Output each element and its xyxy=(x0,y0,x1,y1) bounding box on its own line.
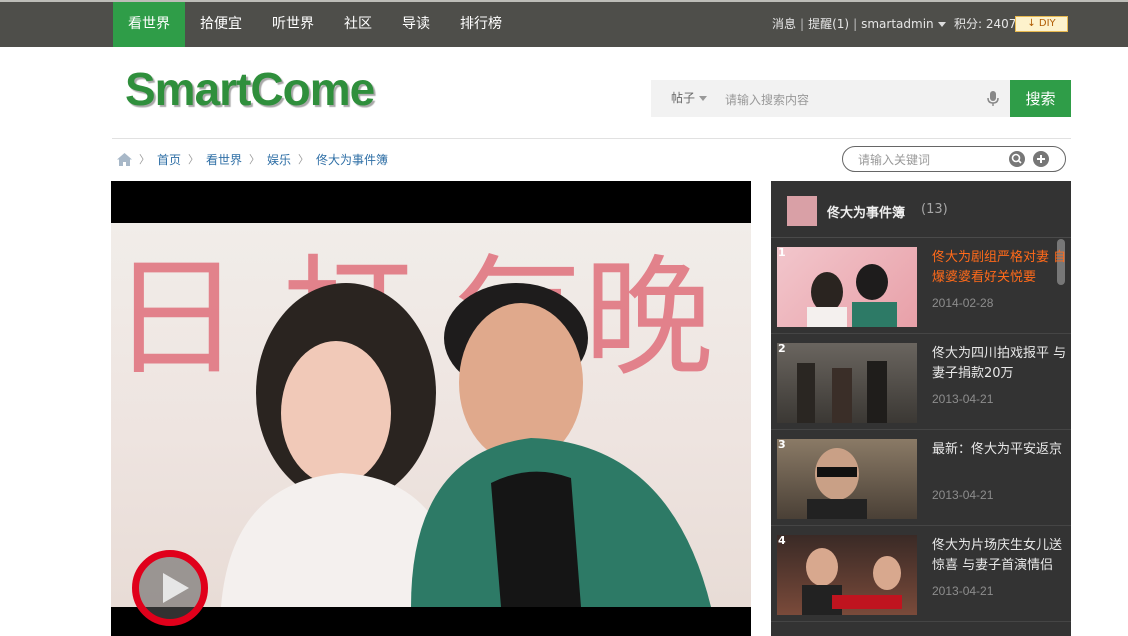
site-logo[interactable]: SmartCome xyxy=(125,62,375,116)
video-thumbnail xyxy=(777,343,917,423)
search-icon[interactable] xyxy=(1009,151,1025,167)
playlist-item[interactable]: 4 佟大为片场庆生女儿送 惊喜 与妻子首演情侣 2013-04-21 xyxy=(771,526,1071,622)
username-menu[interactable]: smartadmin xyxy=(861,17,934,31)
playlist-item[interactable]: 2 佟大为四川拍戏报平 与妻子捐款20万 2013-04-21 xyxy=(771,334,1071,430)
item-title: 佟大为四川拍戏报平 与妻子捐款20万 xyxy=(932,346,1067,381)
playlist-cover-thumbnail xyxy=(787,196,817,226)
separator: | xyxy=(853,17,858,31)
search-box: 帖子 xyxy=(651,80,1010,117)
item-title: 佟大为剧组严格对妻 自爆婆婆看好关悦要 xyxy=(932,250,1067,285)
item-date: 2013-04-21 xyxy=(932,584,994,598)
search-type-select[interactable]: 帖子 xyxy=(671,80,708,117)
nav-item-tingshijie[interactable]: 听世界 xyxy=(257,2,329,47)
nav-item-daodu[interactable]: 导读 xyxy=(387,2,445,47)
playlist-item[interactable]: 3 最新：佟大为平安返京 2013-04-21 xyxy=(771,430,1071,526)
separator: | xyxy=(800,17,805,31)
chevron-right-icon: 〉 xyxy=(139,153,150,166)
nav-item-paihangbang[interactable]: 排行榜 xyxy=(445,2,517,47)
chevron-down-icon xyxy=(699,96,708,101)
chevron-down-icon[interactable] xyxy=(937,22,946,27)
breadcrumb-current[interactable]: 佟大为事件簿 xyxy=(316,151,388,168)
diy-button[interactable]: ↓ DIY xyxy=(1015,16,1068,32)
nav-item-kanshijie[interactable]: 看世界 xyxy=(113,2,185,47)
diy-label: DIY xyxy=(1038,18,1056,29)
header-divider xyxy=(112,138,1071,139)
keyword-search-box xyxy=(842,146,1066,172)
messages-link[interactable]: 消息 xyxy=(772,17,796,31)
video-thumbnail xyxy=(777,439,917,519)
video-thumbnail xyxy=(777,247,917,327)
microphone-icon[interactable] xyxy=(986,91,1000,107)
item-date: 2014-02-28 xyxy=(932,296,994,310)
main-nav: 看世界 拾便宜 听世界 社区 导读 排行榜 xyxy=(113,2,517,47)
chevron-right-icon: 〉 xyxy=(298,153,310,166)
playlist-title: 佟大为事件簿 xyxy=(827,206,906,221)
item-title: 佟大为片场庆生女儿送 惊喜 与妻子首演情侣 xyxy=(932,538,1063,573)
item-number: 3 xyxy=(778,438,786,451)
item-title: 最新：佟大为平安返京 xyxy=(932,442,1063,457)
nav-item-shipianyi[interactable]: 拾便宜 xyxy=(185,2,257,47)
item-date: 2013-04-21 xyxy=(932,488,994,502)
play-button[interactable] xyxy=(132,550,208,626)
item-number: 2 xyxy=(778,342,786,355)
keyword-input[interactable] xyxy=(856,151,1010,169)
search-input[interactable] xyxy=(723,88,967,112)
breadcrumb-yule[interactable]: 娱乐 xyxy=(267,151,291,168)
playlist-item[interactable]: 1 佟大为剧组严格对妻 自爆婆婆看好关悦要 2014-02-28 xyxy=(771,238,1071,334)
chevron-right-icon: 〉 xyxy=(188,153,200,166)
search-type-label: 帖子 xyxy=(671,91,696,105)
breadcrumb: 〉 首页 〉 看世界 〉 娱乐 〉 佟大为事件簿 xyxy=(117,150,388,168)
chevron-right-icon: 〉 xyxy=(249,153,261,166)
nav-item-shequ[interactable]: 社区 xyxy=(329,2,387,47)
breadcrumb-home[interactable]: 首页 xyxy=(157,151,181,168)
video-still: 日 打 每晚 xyxy=(111,242,714,607)
video-player[interactable]: 日 打 每晚 xyxy=(111,181,751,636)
points-display: 积分: 2407 xyxy=(954,17,1017,31)
playlist-sidebar: 佟大为事件簿 (13) 1 佟大为剧组严格对妻 自爆婆婆看好关悦要 2014-0… xyxy=(771,181,1071,636)
video-thumbnail xyxy=(777,535,917,615)
search-button[interactable]: 搜索 xyxy=(1010,80,1071,117)
item-number: 4 xyxy=(778,534,786,547)
item-date: 2013-04-21 xyxy=(932,392,994,406)
top-nav-bar: 看世界 拾便宜 听世界 社区 导读 排行榜 消息 | 提醒(1) | smartadmi… xyxy=(0,0,1128,47)
add-icon[interactable] xyxy=(1033,151,1049,167)
home-icon[interactable] xyxy=(117,152,132,166)
video-frame: 日 打 每晚 xyxy=(111,223,751,607)
user-links: 消息 | 提醒(1) | smartadmin xyxy=(772,2,946,47)
playlist-count: (13) xyxy=(921,202,948,217)
breadcrumb-kanshijie[interactable]: 看世界 xyxy=(206,151,242,168)
item-number: 1 xyxy=(778,246,786,259)
reminder-link[interactable]: 提醒(1) xyxy=(808,17,849,31)
playlist-header: 佟大为事件簿 (13) xyxy=(771,181,1071,238)
download-arrow-icon: ↓ xyxy=(1027,18,1036,29)
